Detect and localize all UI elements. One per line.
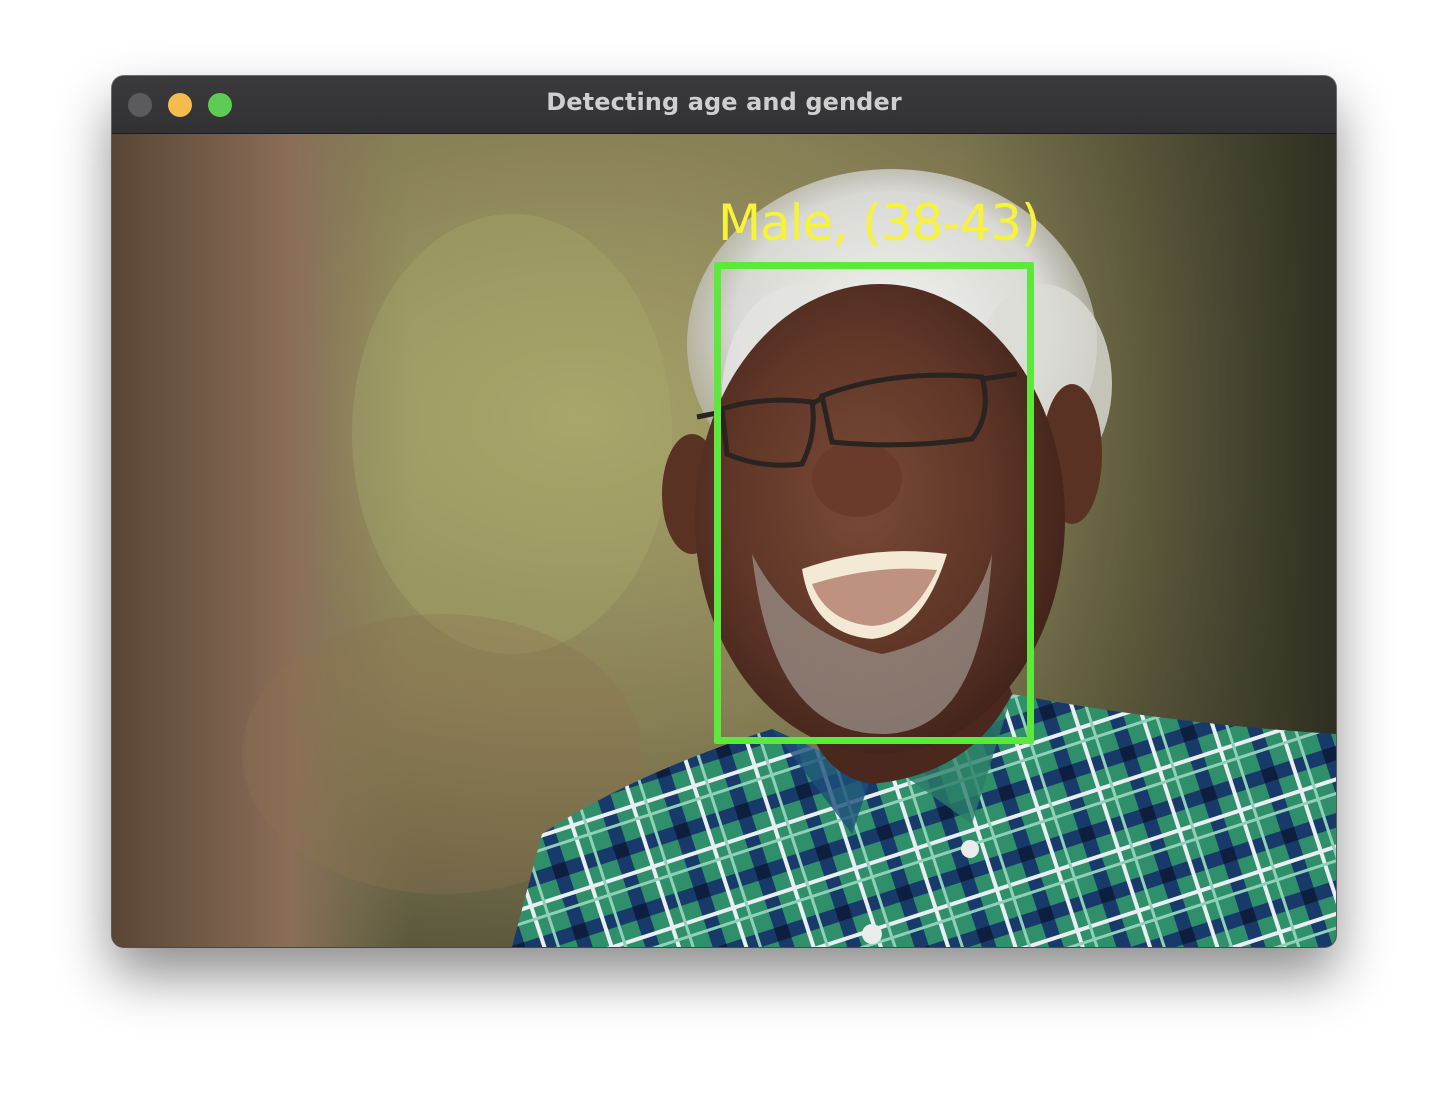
image-canvas: Male, (38-43) bbox=[112, 134, 1336, 947]
app-window: Detecting age and gender Male, (38-43) bbox=[112, 76, 1336, 947]
detection-label: Male, (38-43) bbox=[718, 194, 1041, 252]
title-bar[interactable]: Detecting age and gender bbox=[112, 76, 1336, 134]
window-title: Detecting age and gender bbox=[546, 88, 902, 116]
face-bounding-box bbox=[714, 262, 1034, 744]
